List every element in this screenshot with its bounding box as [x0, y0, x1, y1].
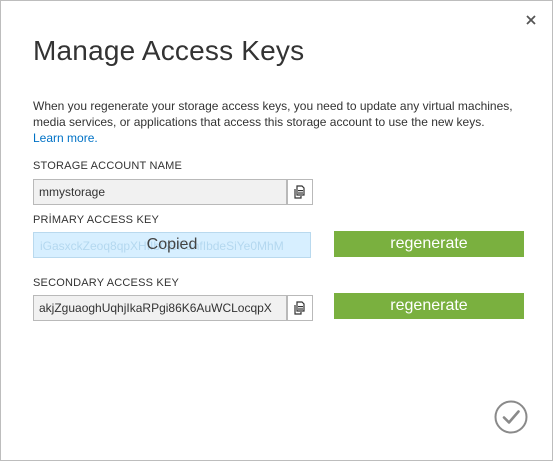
dialog-description: When you regenerate your storage access …: [33, 98, 518, 146]
regenerate-primary-button[interactable]: regenerate: [334, 231, 524, 257]
storage-account-value: mmystorage: [39, 185, 106, 199]
secondary-key-field[interactable]: akjZguaoghUqhjIkaRPgi86K6AuWCLocqpX: [33, 295, 287, 321]
primary-key-label: PRİMARY ACCESS KEY: [33, 214, 160, 226]
close-icon[interactable]: [524, 13, 538, 27]
copy-icon: [294, 185, 305, 199]
primary-key-field[interactable]: iGasxckZeoq8qpXHfIbGBRanfIbdeSiYe0MhM Co…: [33, 232, 311, 258]
copy-secondary-key-button[interactable]: [287, 295, 313, 321]
storage-account-label: STORAGE ACCOUNT NAME: [33, 160, 183, 172]
copy-storage-name-button[interactable]: [287, 179, 313, 205]
secondary-key-label: SECONDARY ACCESS KEY: [33, 277, 180, 289]
learn-more-link[interactable]: Learn more.: [33, 131, 98, 145]
checkmark-circle-icon: [494, 400, 528, 434]
manage-access-keys-dialog: Manage Access Keys When you regenerate y…: [0, 0, 553, 461]
copied-overlay: Copied: [146, 236, 198, 253]
secondary-key-value: akjZguaoghUqhjIkaRPgi86K6AuWCLocqpX: [39, 301, 272, 315]
regenerate-secondary-button[interactable]: regenerate: [334, 293, 524, 319]
description-text: When you regenerate your storage access …: [33, 99, 513, 129]
copy-icon: [294, 301, 305, 315]
storage-account-field[interactable]: mmystorage: [33, 179, 287, 205]
dialog-title: Manage Access Keys: [33, 35, 305, 66]
confirm-button[interactable]: [494, 400, 528, 434]
